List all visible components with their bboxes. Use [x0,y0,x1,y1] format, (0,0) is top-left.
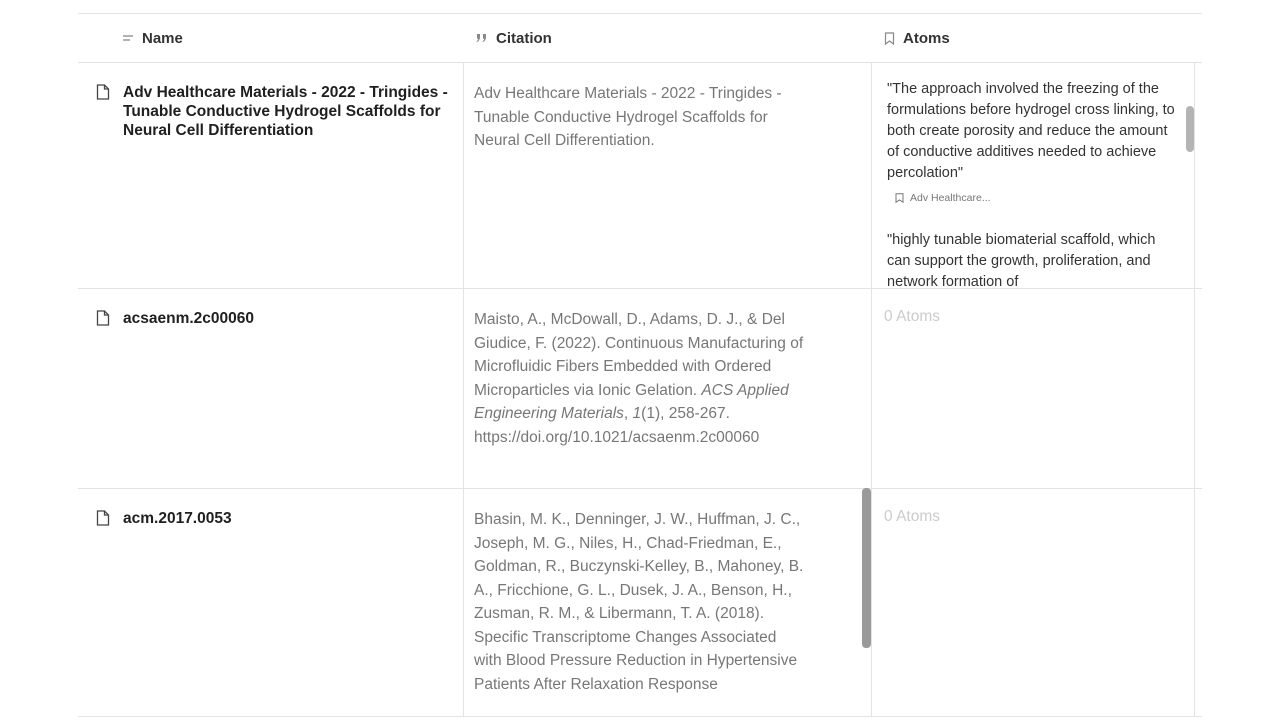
citation-volume: 1 [632,405,642,422]
atom-source-label: Adv Healthcare... [910,192,991,204]
name-cell[interactable]: acm.2017.0053 [78,489,464,716]
table-row[interactable]: Adv Healthcare Materials - 2022 - Tringi… [78,63,1202,289]
column-header-name-label: Name [142,29,183,47]
citation-cell[interactable]: Maisto, A., McDowall, D., Adams, D. J., … [464,289,872,488]
atom-list: "The approach involved the freezing of t… [887,79,1177,288]
document-icon [96,84,110,100]
quote-icon [475,33,488,43]
text-lines-icon [122,33,134,43]
atom-quote[interactable]: "highly tunable biomaterial scaffold, wh… [887,230,1177,288]
table-row[interactable]: acsaenm.2c00060 Maisto, A., McDowall, D.… [78,289,1202,489]
name-cell[interactable]: Adv Healthcare Materials - 2022 - Tringi… [78,63,464,288]
column-header-citation[interactable]: Citation [475,14,552,62]
atoms-cell[interactable]: "The approach involved the freezing of t… [872,63,1195,288]
citation-cell-scrollbar[interactable] [862,488,871,648]
atoms-cell-scrollbar[interactable] [1186,106,1194,152]
document-icon [96,510,110,526]
atoms-count: 0 Atoms [884,508,940,525]
references-table: Name Citation Atoms Adv Healthcare Mater… [78,13,1202,717]
citation-text: Adv Healthcare Materials - 2022 - Tringi… [474,85,782,149]
citation-cell[interactable]: Adv Healthcare Materials - 2022 - Tringi… [464,63,872,288]
name-cell[interactable]: acsaenm.2c00060 [78,289,464,488]
atoms-cell[interactable]: 0 Atoms [872,289,1195,488]
atoms-count: 0 Atoms [884,308,940,325]
citation-text: Maisto, A., McDowall, D., Adams, D. J., … [474,308,804,449]
citation-cell[interactable]: Bhasin, M. K., Denninger, J. W., Huffman… [464,489,872,716]
column-header-citation-label: Citation [496,29,552,47]
column-header-name[interactable]: Name [122,14,183,62]
table-header: Name Citation Atoms [78,14,1202,63]
atoms-cell[interactable]: 0 Atoms [872,489,1195,716]
atom-source-chip[interactable]: Adv Healthcare... [895,192,1177,204]
bookmark-icon [895,193,904,203]
document-icon [96,310,110,326]
row-name: Adv Healthcare Materials - 2022 - Tringi… [123,84,448,139]
table-row[interactable]: acm.2017.0053 Bhasin, M. K., Denninger, … [78,489,1202,716]
citation-separator: , [623,405,633,422]
atom-quote[interactable]: "The approach involved the freezing of t… [887,79,1177,184]
bookmark-icon [884,31,895,45]
column-header-atoms[interactable]: Atoms [884,14,950,62]
citation-text: Bhasin, M. K., Denninger, J. W., Huffman… [474,511,804,693]
column-header-atoms-label: Atoms [903,29,950,47]
row-name: acsaenm.2c00060 [123,310,255,327]
row-name: acm.2017.0053 [123,510,232,527]
